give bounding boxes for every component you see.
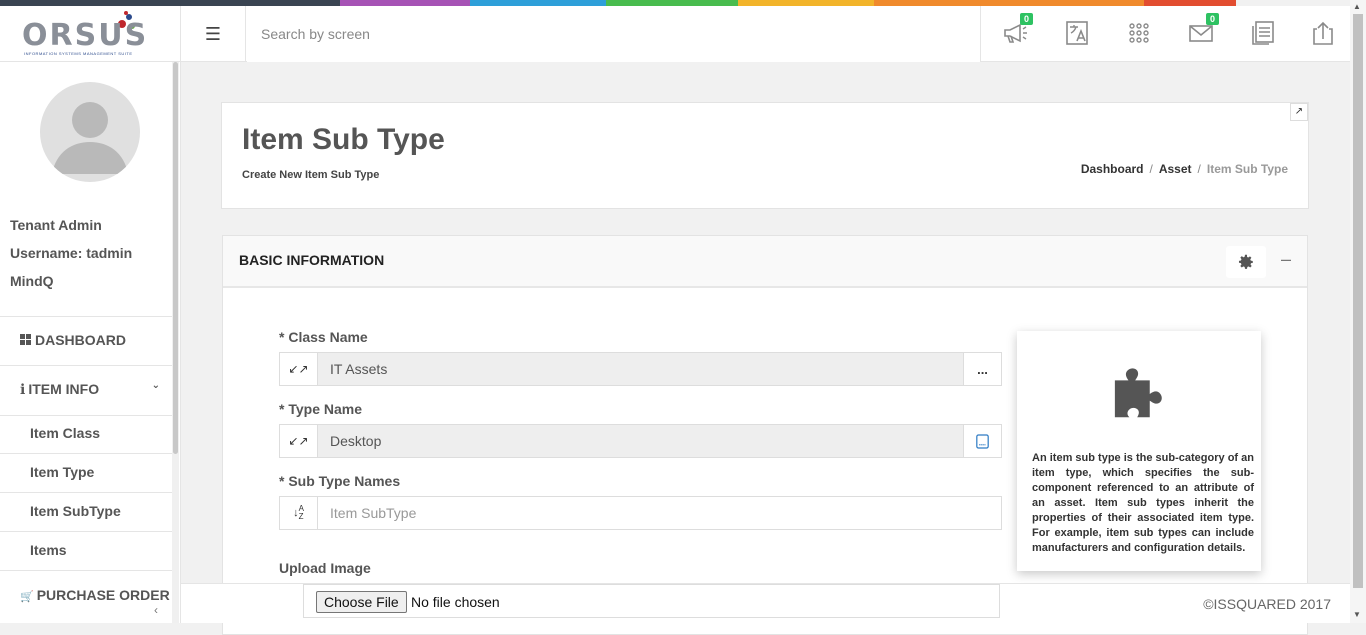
upload-image-field: Choose File No file chosen [303, 584, 1000, 618]
expand-button[interactable]: ↗ [1290, 103, 1308, 121]
puzzle-piece-icon [1114, 368, 1162, 418]
gear-icon [1238, 254, 1253, 269]
footer: Choose File No file chosen ©ISSQUARED 20… [181, 583, 1350, 623]
breadcrumb-current: Item Sub Type [1206, 162, 1288, 176]
sort-alpha-icon: ↓ A Z [280, 497, 318, 529]
upload-exit-icon [1313, 21, 1333, 45]
divider [0, 316, 172, 317]
page-title: Item Sub Type [242, 123, 445, 156]
translate-button[interactable] [1063, 19, 1091, 47]
sub-type-names-input[interactable]: Item SubType [318, 497, 1001, 529]
divider [0, 415, 172, 416]
sidebar: Tenant Admin Username: tadmin MindQ DASH… [0, 62, 181, 623]
sidebar-item-items[interactable]: Items [30, 542, 67, 558]
logo-text: ORSUS [22, 18, 149, 53]
reports-button[interactable] [1249, 19, 1277, 47]
sub-type-names-field: ↓ A Z Item SubType [279, 496, 1002, 530]
sidebar-item-label: DASHBOARD [35, 332, 126, 348]
section-title: BASIC INFORMATION [239, 252, 385, 268]
document-stack-icon [1252, 21, 1274, 45]
logout-button[interactable] [1309, 19, 1337, 47]
breadcrumb: Dashboard / Asset / Item Sub Type [1081, 162, 1288, 176]
sidebar-item-item-type[interactable]: Item Type [30, 464, 94, 480]
cart-icon: 🛒 [20, 591, 34, 603]
upload-image-label: Upload Image [279, 560, 371, 576]
announcements-button[interactable]: 0 [1001, 13, 1033, 47]
breadcrumb-asset[interactable]: Asset [1159, 162, 1192, 176]
hamburger-icon: ☰ [204, 23, 222, 44]
grid-dots-icon [1129, 23, 1149, 43]
organization: MindQ [10, 273, 54, 289]
class-name-field: ↙↗ IT Assets ... [279, 352, 1002, 386]
apps-button[interactable] [1125, 19, 1153, 47]
messages-button[interactable]: 0 [1187, 13, 1219, 47]
type-name-input[interactable]: Desktop [318, 425, 963, 457]
collapse-button[interactable]: – [1281, 249, 1291, 270]
scroll-up-arrow-icon[interactable]: ▲ [1353, 2, 1361, 11]
sidebar-item-item-info[interactable]: ℹ ITEM INFO ⌄ [0, 380, 172, 398]
logo-subtitle: INFORMATION SYSTEMS MANAGEMENT SUITE [24, 51, 133, 56]
sidebar-item-item-subtype[interactable]: Item SubType [30, 503, 121, 519]
type-name-field: ↙↗ Desktop [279, 424, 1002, 458]
card-header: BASIC INFORMATION – [223, 236, 1307, 288]
divider [0, 365, 172, 366]
logo[interactable]: ORSUS INFORMATION SYSTEMS MANAGEMENT SUI… [0, 6, 181, 62]
notifications-badge: 0 [1019, 13, 1033, 25]
page-subtitle: Create New Item Sub Type [242, 169, 380, 181]
settings-button[interactable] [1226, 246, 1266, 278]
file-status-text: No file chosen [411, 594, 500, 610]
expand-arrow-icon: ↗ [1294, 106, 1304, 117]
chevron-left-icon[interactable]: ‹ [154, 603, 158, 617]
sidebar-item-purchase-order[interactable]: 🛒 PURCHASE ORDER [0, 587, 172, 603]
sidebar-item-dashboard[interactable]: DASHBOARD [0, 332, 172, 348]
breadcrumb-dashboard[interactable]: Dashboard [1081, 162, 1144, 176]
class-name-label: * Class Name [279, 329, 368, 345]
info-icon: ℹ [20, 381, 26, 397]
search-input[interactable] [247, 6, 980, 62]
menu-toggle-button[interactable]: ☰ [181, 6, 246, 62]
type-name-label: * Type Name [279, 401, 362, 417]
breadcrumb-separator: / [1197, 162, 1201, 176]
class-name-input[interactable]: IT Assets [318, 353, 963, 385]
chevron-down-icon: ⌄ [151, 380, 160, 391]
sidebar-item-label: PURCHASE ORDER [36, 587, 170, 603]
sub-type-names-label: * Sub Type Names [279, 473, 401, 489]
scroll-down-arrow-icon[interactable]: ▼ [1353, 610, 1361, 619]
copyright: ©ISSQUARED 2017 [1203, 596, 1331, 612]
page-header-card: Item Sub Type Create New Item Sub Type D… [221, 102, 1309, 209]
basic-information-card: BASIC INFORMATION – * Class Name ↙↗ IT A… [222, 235, 1308, 635]
compress-arrows-icon[interactable]: ↙↗ [280, 353, 318, 385]
divider [0, 453, 172, 454]
avatar[interactable] [40, 82, 140, 182]
divider [0, 570, 172, 571]
type-name-lookup-button[interactable] [963, 425, 1001, 457]
translate-icon [1066, 21, 1088, 45]
choose-file-button[interactable]: Choose File [316, 591, 407, 613]
dashboard-icon [20, 334, 31, 345]
sidebar-scrollbar-thumb[interactable] [173, 62, 178, 454]
tablet-icon [976, 433, 989, 449]
divider [0, 492, 172, 493]
help-info-box: An item sub type is the sub-category of … [1017, 331, 1261, 571]
divider [0, 531, 172, 532]
user-silhouette-icon [52, 102, 128, 174]
messages-badge: 0 [1205, 13, 1219, 25]
class-name-lookup-button[interactable]: ... [963, 353, 1001, 385]
sidebar-item-item-class[interactable]: Item Class [30, 425, 100, 441]
minus-icon: – [1281, 249, 1292, 269]
page-scrollbar-thumb[interactable] [1353, 14, 1363, 588]
top-header: ORSUS INFORMATION SYSTEMS MANAGEMENT SUI… [0, 6, 1350, 62]
user-role: Tenant Admin [10, 217, 102, 233]
header-icons: 0 0 [980, 6, 1350, 62]
help-text: An item sub type is the sub-category of … [1032, 452, 1254, 554]
username: Username: tadmin [10, 245, 133, 261]
sidebar-item-label: ITEM INFO [28, 381, 100, 397]
compress-arrows-icon[interactable]: ↙↗ [280, 425, 318, 457]
breadcrumb-separator: / [1149, 162, 1153, 176]
